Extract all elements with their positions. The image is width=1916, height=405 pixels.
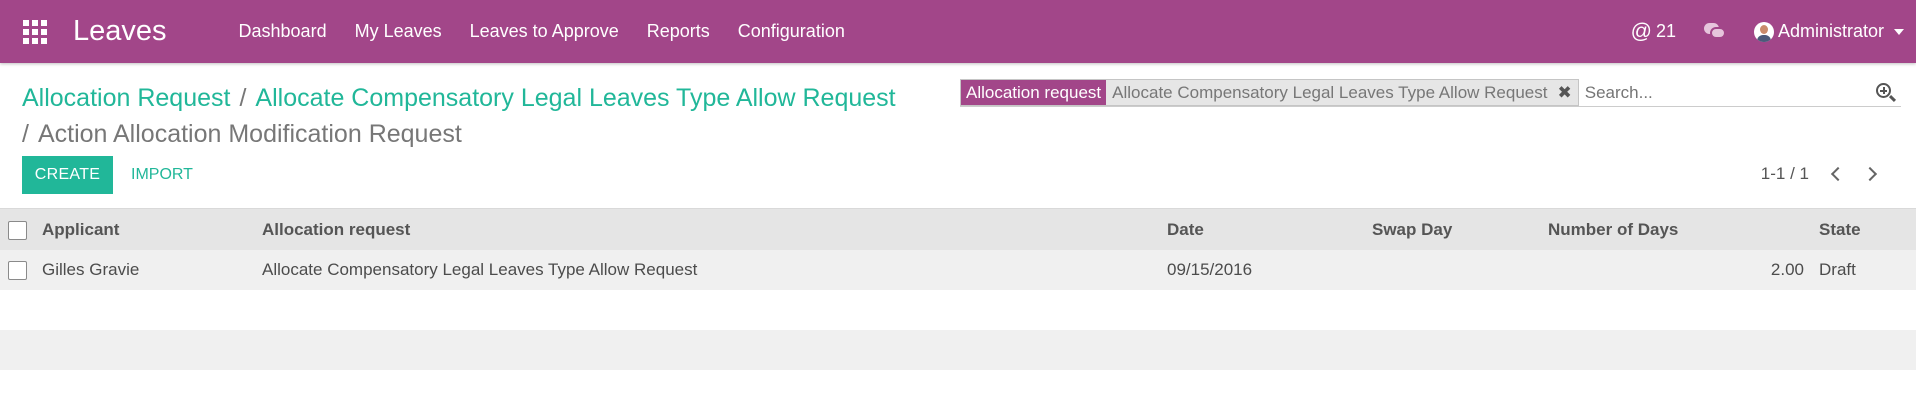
cell-number-of-days: 2.00 <box>1770 260 1804 279</box>
main-menu: Dashboard My Leaves Leaves to Approve Re… <box>225 21 859 42</box>
menu-item-my-leaves[interactable]: My Leaves <box>341 21 456 42</box>
chat-bubbles-icon[interactable] <box>1703 23 1726 40</box>
breadcrumb-allocate-request[interactable]: Allocate Compensatory Legal Leaves Type … <box>255 84 895 112</box>
pager-value[interactable]: 1-1 / 1 <box>1761 164 1809 184</box>
menu-item-leaves-to-approve[interactable]: Leaves to Approve <box>456 21 633 42</box>
facet-label: Allocation request <box>961 80 1107 105</box>
at-sign-icon: @ <box>1630 19 1652 43</box>
column-header-date[interactable]: Date <box>1167 209 1204 250</box>
menu-item-configuration[interactable]: Configuration <box>724 21 859 42</box>
breadcrumb-separator: / <box>239 84 247 112</box>
apps-grid-icon[interactable] <box>22 19 48 45</box>
table-empty-row <box>0 290 1916 330</box>
app-title: Leaves <box>73 15 167 47</box>
cell-date: 09/15/2016 <box>1167 260 1253 279</box>
table-empty-row <box>0 330 1916 370</box>
table-header-row: Applicant Allocation request Date Swap D… <box>0 209 1916 250</box>
chevron-left-icon[interactable] <box>1827 164 1845 184</box>
avatar <box>1753 21 1774 42</box>
remove-facet-icon[interactable]: ✖ <box>1557 83 1571 103</box>
facet-value: Allocate Compensatory Legal Leaves Type … <box>1106 80 1578 105</box>
cell-allocation-request: Allocate Compensatory Legal Leaves Type … <box>262 260 698 279</box>
search-bar: Allocation request Allocate Compensatory… <box>960 79 1901 107</box>
mentions-count: 21 <box>1655 21 1676 41</box>
breadcrumb: Allocation Request / Allocate Compensatory… <box>22 80 922 148</box>
search-input[interactable] <box>1584 79 1875 106</box>
column-header-allocation-request[interactable]: Allocation request <box>262 209 410 250</box>
column-header-state[interactable]: State <box>1819 209 1861 250</box>
breadcrumb-separator: / <box>22 120 29 148</box>
mentions-button[interactable]: @ 21 <box>1631 20 1676 44</box>
menu-item-dashboard[interactable]: Dashboard <box>225 21 341 42</box>
pager: 1-1 / 1 <box>1761 160 1881 188</box>
navbar-systray: @ 21 Administrator <box>1631 20 1904 44</box>
column-header-number-of-days[interactable]: Number of Days <box>1548 209 1678 250</box>
search-plus-icon[interactable] <box>1875 82 1897 104</box>
menu-item-reports[interactable]: Reports <box>633 21 724 42</box>
column-header-swap-day[interactable]: Swap Day <box>1372 209 1452 250</box>
breadcrumb-allocation-request[interactable]: Allocation Request <box>22 84 230 112</box>
create-button[interactable]: CREATE <box>22 156 113 194</box>
select-all-checkbox[interactable] <box>8 220 27 240</box>
user-menu[interactable]: Administrator <box>1753 21 1904 42</box>
top-navbar: Leaves Dashboard My Leaves Leaves to App… <box>0 0 1916 63</box>
cell-applicant: Gilles Gravie <box>42 260 140 279</box>
import-button[interactable]: IMPORT <box>121 156 203 194</box>
table-row[interactable]: Gilles Gravie Allocate Compensatory Lega… <box>0 250 1916 290</box>
chevron-right-icon[interactable] <box>1863 164 1881 184</box>
breadcrumb-current: Action Allocation Modification Request <box>37 120 462 148</box>
row-checkbox[interactable] <box>8 261 27 280</box>
column-header-applicant[interactable]: Applicant <box>42 209 119 250</box>
user-name: Administrator <box>1777 21 1884 41</box>
cell-state: Draft <box>1819 260 1856 279</box>
search-facet: Allocation request Allocate Compensatory… <box>960 79 1579 106</box>
facet-value-text: Allocate Compensatory Legal Leaves Type … <box>1112 82 1548 102</box>
list-table: Applicant Allocation request Date Swap D… <box>0 208 1916 370</box>
caret-down-icon <box>1894 28 1904 35</box>
